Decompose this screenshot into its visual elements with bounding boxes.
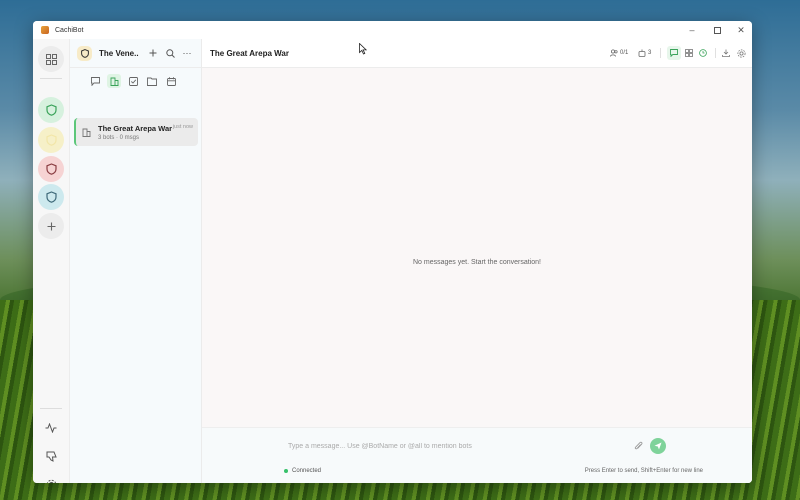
tab-tasks[interactable] — [126, 74, 140, 88]
shield-icon — [45, 104, 57, 116]
chat-area: The Great Arepa War 0/1 3 No messages ye… — [202, 39, 752, 483]
rail-bot-teal[interactable] — [38, 184, 64, 210]
folder-icon — [147, 77, 157, 86]
app-window: CachiBot – ✕ The Vene... ⋯ The Great Are… — [33, 21, 752, 483]
shield-icon — [45, 191, 57, 203]
bot-avatar — [77, 45, 92, 61]
bot-rail — [33, 39, 70, 483]
conversation-title: The Great Arepa War — [98, 124, 173, 133]
rail-bot-yellow[interactable] — [38, 127, 64, 153]
empty-state-message: No messages yet. Start the conversation! — [412, 259, 541, 266]
history-button[interactable] — [696, 46, 710, 60]
panel-header: The Vene... ⋯ — [70, 39, 201, 68]
settings-button[interactable] — [42, 475, 60, 483]
send-icon — [654, 442, 662, 450]
bots-count: 3 — [648, 50, 652, 56]
paperclip-icon — [634, 441, 642, 449]
chat-icon — [90, 76, 100, 86]
search-icon — [165, 48, 175, 58]
grid-icon — [45, 53, 57, 65]
composer: Connected Press Enter to send, Shift+Ent… — [202, 427, 752, 483]
gear-icon — [46, 479, 56, 483]
bot-icon — [638, 49, 646, 57]
rail-bot-red[interactable] — [38, 156, 64, 182]
message-input[interactable] — [282, 436, 679, 456]
activity-icon — [45, 423, 57, 433]
tab-rooms[interactable] — [107, 74, 121, 88]
activity-button[interactable] — [42, 419, 60, 437]
header-divider — [660, 48, 661, 58]
board-view-button[interactable] — [682, 46, 696, 60]
rail-divider — [40, 408, 62, 409]
conversation-item[interactable]: The Great Arepa War just now 3 bots · 0 … — [74, 118, 198, 146]
keyboard-hint: Press Enter to send, Shift+Enter for new… — [584, 468, 703, 474]
feedback-button[interactable] — [42, 447, 60, 465]
panel-title: The Vene... — [99, 48, 139, 58]
checkbox-icon — [128, 76, 138, 86]
clock-icon — [699, 49, 707, 57]
shield-icon — [80, 48, 89, 58]
attach-button[interactable] — [632, 440, 644, 452]
participants-count: 0/1 — [620, 50, 629, 56]
header-divider — [715, 48, 716, 58]
app-logo-icon — [41, 26, 49, 34]
gear-icon — [737, 49, 745, 57]
rail-dashboard-button[interactable] — [38, 46, 64, 72]
tab-schedule[interactable] — [164, 74, 178, 88]
send-button[interactable] — [650, 438, 666, 454]
rail-bot-green[interactable] — [38, 97, 64, 123]
status-text: Connected — [292, 468, 322, 474]
bots-pill[interactable]: 3 — [635, 46, 654, 60]
chat-settings-button[interactable] — [734, 46, 748, 60]
users-icon — [610, 49, 618, 57]
chat-title: The Great Arepa War — [210, 49, 289, 58]
title-bar: CachiBot – ✕ — [33, 21, 752, 39]
window-title: CachiBot — [55, 26, 84, 34]
conversation-meta: 3 bots · 0 msgs — [98, 135, 140, 141]
chat-header: The Great Arepa War 0/1 3 — [202, 39, 752, 68]
thumbs-down-icon — [46, 451, 57, 462]
add-bot-button[interactable] — [38, 213, 64, 239]
calendar-icon — [166, 76, 176, 86]
close-window-button[interactable]: ✕ — [729, 21, 752, 39]
conversation-time: just now — [172, 124, 193, 130]
chat-icon — [670, 49, 678, 57]
mouse-cursor-icon — [359, 43, 367, 55]
minimize-button[interactable]: – — [680, 21, 704, 39]
conversation-panel: The Vene... ⋯ The Great Arepa War just n… — [70, 39, 202, 483]
tab-chats[interactable] — [88, 74, 102, 88]
shield-icon — [45, 134, 57, 146]
panel-tabs — [88, 74, 178, 88]
status-dot — [284, 469, 288, 473]
connection-status: Connected — [284, 468, 321, 474]
tab-files[interactable] — [145, 74, 159, 88]
more-options-button[interactable]: ⋯ — [180, 46, 194, 60]
maximize-button[interactable] — [705, 21, 729, 39]
building-icon — [82, 128, 91, 137]
building-icon — [110, 77, 118, 86]
new-conversation-button[interactable] — [146, 46, 160, 60]
participants-pill[interactable]: 0/1 — [607, 46, 631, 60]
chat-view-button[interactable] — [667, 46, 681, 60]
plus-icon — [149, 49, 157, 57]
shield-icon — [45, 163, 57, 175]
download-button[interactable] — [719, 46, 733, 60]
plus-icon — [47, 222, 55, 230]
download-icon — [722, 49, 730, 57]
grid-icon — [685, 49, 693, 57]
rail-divider — [40, 78, 62, 79]
search-button[interactable] — [163, 46, 177, 60]
ellipsis-icon: ⋯ — [182, 47, 192, 58]
